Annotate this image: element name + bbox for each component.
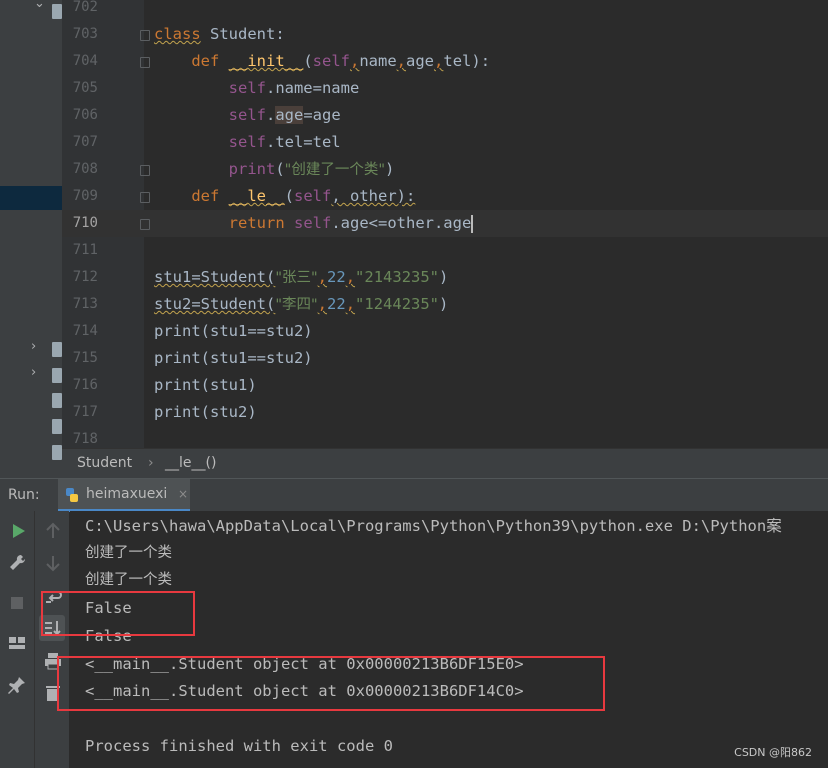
current-code-line: 710 return self.age<=other.age: [62, 210, 828, 237]
function-name: __init__: [228, 52, 304, 70]
code-line: 717 print(stu2): [62, 399, 828, 426]
line-number: 718: [72, 431, 98, 447]
keyword: def: [191, 52, 220, 70]
code-line: 706 self.age=age: [62, 102, 828, 129]
highlighted-attribute: age: [275, 106, 304, 124]
code-line: 703 class Student:: [62, 21, 828, 48]
code-line: 718: [62, 426, 828, 448]
self-keyword: self: [312, 52, 350, 70]
code-line: 714 print(stu1==stu2): [62, 318, 828, 345]
code-line: 708 print("创建了一个类"): [62, 156, 828, 183]
file-icon: [52, 4, 62, 19]
arrow-down-icon[interactable]: [43, 553, 63, 573]
breadcrumb-item-method[interactable]: __le__(): [165, 455, 216, 471]
line-number: 714: [72, 323, 98, 339]
breadcrumb-item-class[interactable]: Student: [77, 455, 132, 471]
breadcrumb-separator: ›: [148, 455, 154, 471]
line-number: 717: [72, 404, 98, 420]
code-line: 715 print(stu1==stu2): [62, 345, 828, 372]
line-number: 716: [72, 377, 98, 393]
run-tab-label: heimaxuexi: [86, 486, 168, 502]
layout-icon[interactable]: [7, 633, 27, 653]
fold-marker-icon[interactable]: [140, 57, 150, 68]
line-number: 707: [72, 134, 98, 150]
run-label: Run:: [8, 487, 40, 503]
line-number: 706: [72, 107, 98, 123]
wrench-icon[interactable]: [7, 553, 27, 573]
code-editor[interactable]: 702 703 class Student: 704 def __init__(…: [62, 0, 828, 448]
class-name: Student:: [210, 25, 285, 43]
run-tab[interactable]: heimaxuexi ×: [58, 479, 190, 512]
console-actions-stripe: [35, 511, 69, 768]
code-line: 713 stu2=Student("李四",22,"1244235"): [62, 291, 828, 318]
console-line: C:\Users\hawa\AppData\Local\Programs\Pyt…: [85, 517, 782, 535]
code-line: 705 self.name=name: [62, 75, 828, 102]
python-file-icon[interactable]: [52, 445, 62, 460]
stop-icon[interactable]: [7, 593, 27, 613]
chevron-down-icon[interactable]: ⌄: [34, 0, 45, 11]
python-file-icon[interactable]: [52, 393, 62, 408]
close-icon[interactable]: ×: [178, 487, 188, 501]
text-caret: [471, 214, 473, 233]
line-number: 708: [72, 161, 98, 177]
annotation-box-objects: [57, 656, 605, 711]
code-line: 709 def __le__(self, other):: [62, 183, 828, 210]
code-line: 716 print(stu1): [62, 372, 828, 399]
line-number: 703: [72, 26, 98, 42]
keyword: class: [154, 25, 201, 43]
python-file-icon[interactable]: [52, 419, 62, 434]
folder-icon: [52, 342, 62, 357]
chevron-right-icon[interactable]: ›: [31, 339, 36, 354]
console-line: 创建了一个类: [85, 572, 172, 588]
tree-selected-row[interactable]: [0, 186, 62, 210]
python-icon: [66, 488, 78, 502]
annotation-box-false: [41, 591, 195, 636]
rerun-icon[interactable]: [8, 521, 28, 541]
fold-marker-icon[interactable]: [140, 219, 150, 230]
code-line: 711: [62, 237, 828, 264]
line-number: 711: [72, 242, 98, 258]
code-line: 712 stu1=Student("张三",22,"2143235"): [62, 264, 828, 291]
fold-marker-icon[interactable]: [140, 30, 150, 41]
pin-icon[interactable]: [7, 675, 27, 695]
code-line: 704 def __init__(self,name,age,tel):: [62, 48, 828, 75]
console-output[interactable]: C:\Users\hawa\AppData\Local\Programs\Pyt…: [70, 511, 828, 768]
breadcrumb: Student › __le__(): [62, 448, 828, 479]
function-name: __le__: [228, 187, 285, 205]
fold-marker-icon[interactable]: [140, 192, 150, 203]
line-number: 712: [72, 269, 98, 285]
code-line: 707 self.tel=tel: [62, 129, 828, 156]
line-number: 705: [72, 80, 98, 96]
project-tree-panel: ⌄ › ›: [0, 0, 62, 478]
line-number: 715: [72, 350, 98, 366]
line-number: 710: [72, 215, 98, 231]
line-number: 713: [72, 296, 98, 312]
chevron-right-icon[interactable]: ›: [31, 365, 36, 380]
watermark: CSDN @阳862: [734, 746, 812, 759]
line-number: 704: [72, 53, 98, 69]
code-line: 702: [62, 0, 828, 21]
run-actions-stripe: [0, 511, 35, 768]
line-number: 709: [72, 188, 98, 204]
string-literal: "创建了一个类": [284, 162, 386, 178]
folder-icon: [52, 368, 62, 383]
arrow-up-icon[interactable]: [43, 521, 63, 541]
run-toolbar: Run: heimaxuexi ×: [0, 478, 828, 512]
console-line: 创建了一个类: [85, 545, 172, 561]
fold-marker-icon[interactable]: [140, 165, 150, 176]
console-line: Process finished with exit code 0: [85, 737, 393, 755]
line-number: 702: [72, 0, 98, 15]
